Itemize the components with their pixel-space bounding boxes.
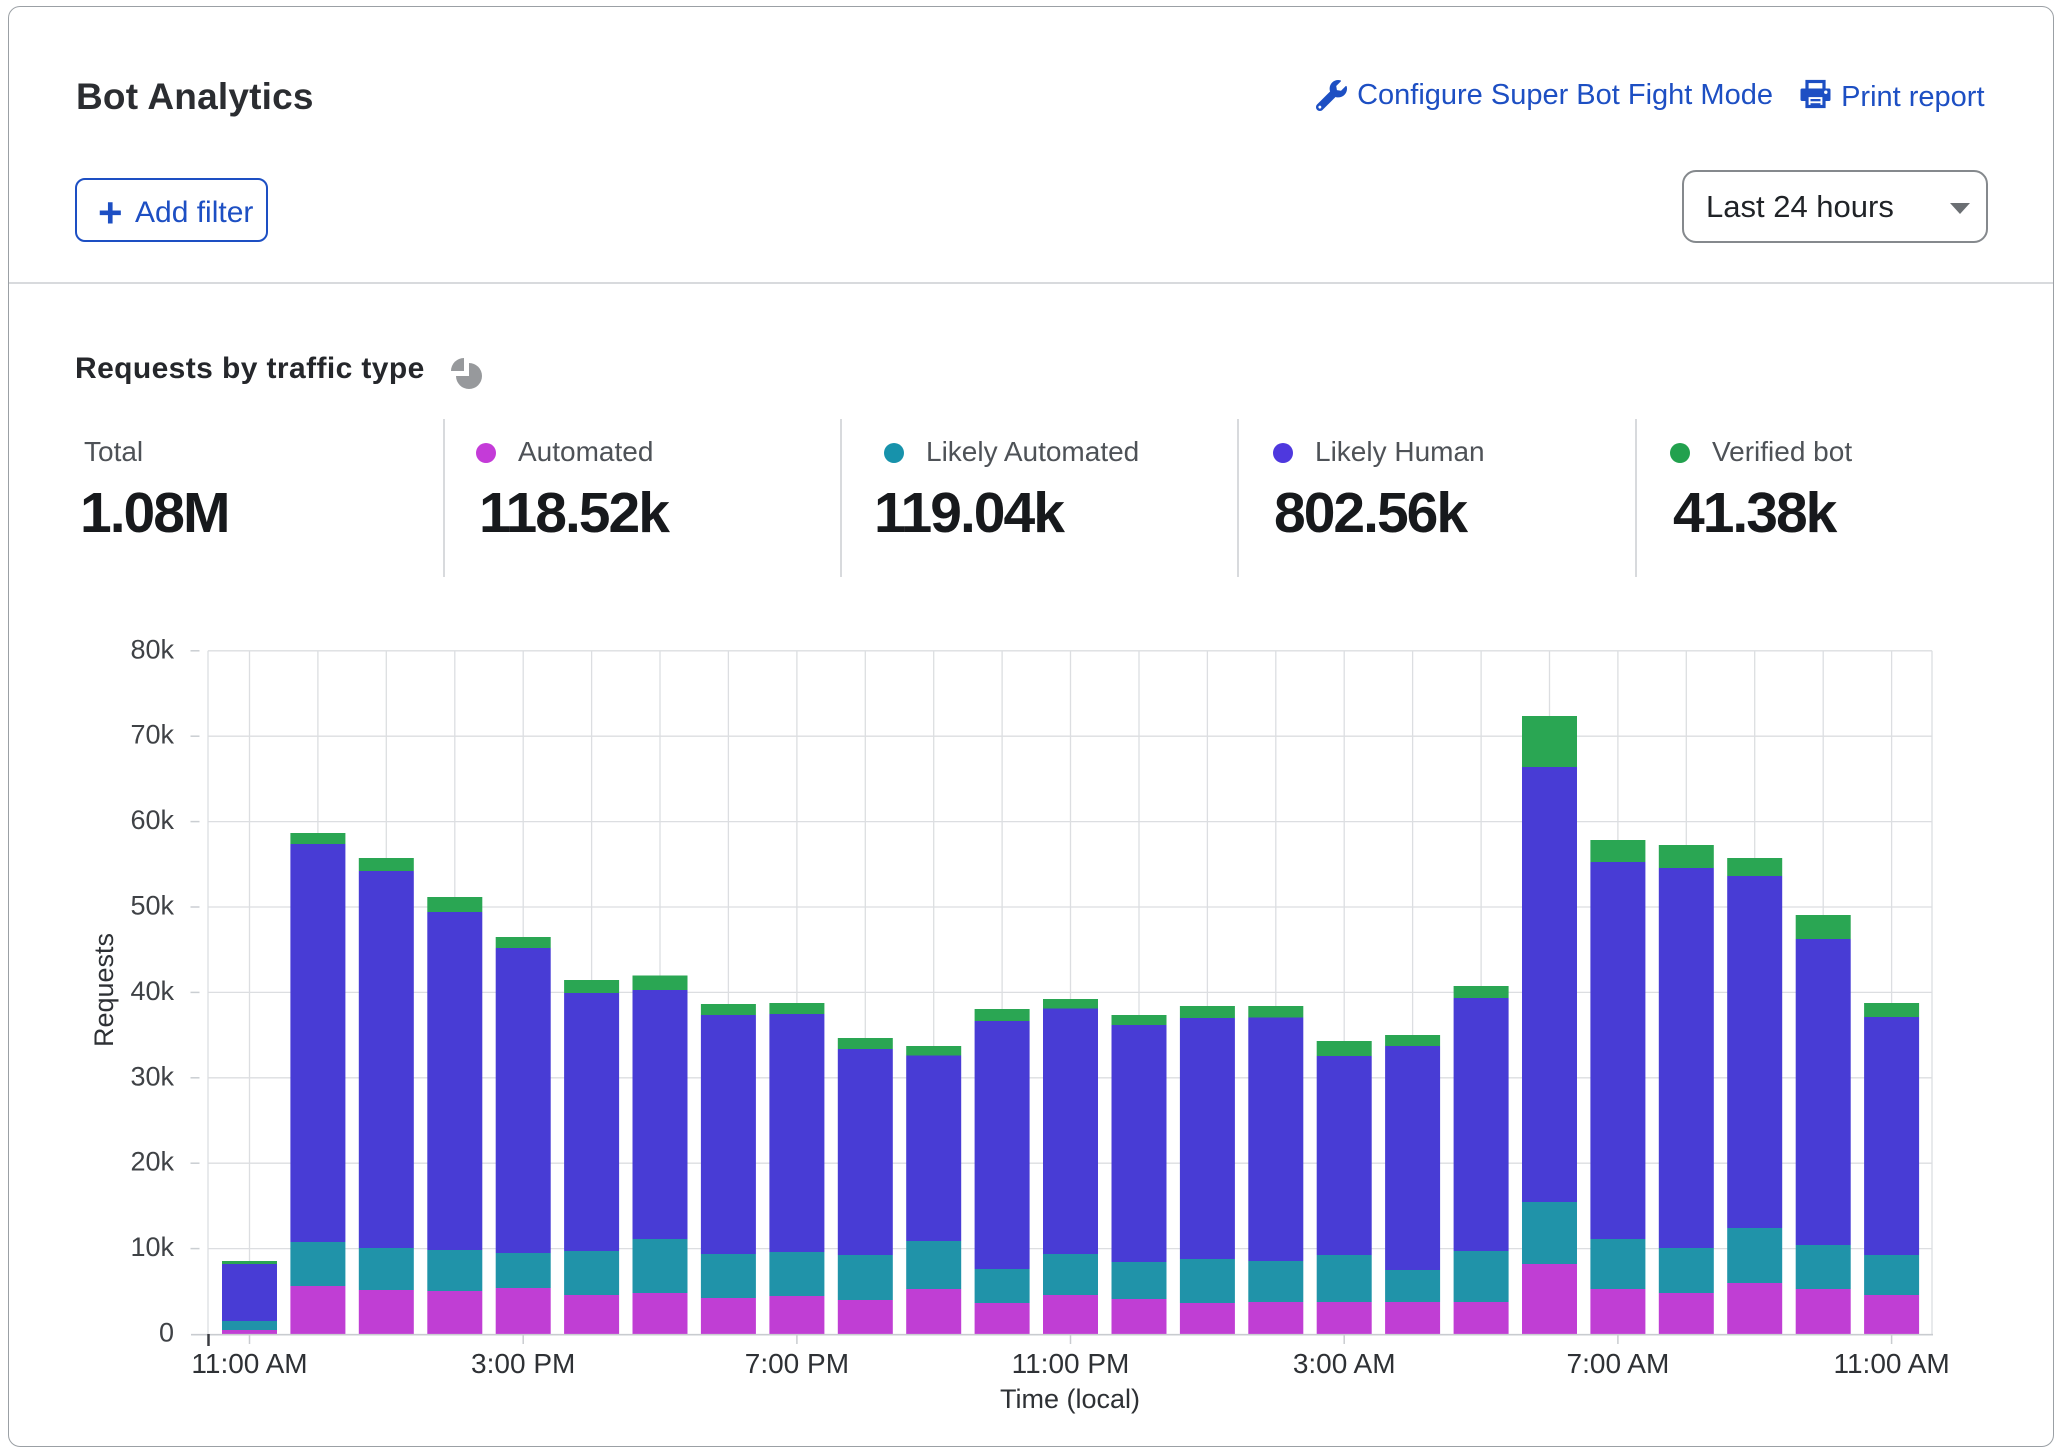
svg-text:0: 0 (159, 1318, 174, 1348)
svg-text:7:00 AM: 7:00 AM (1567, 1348, 1670, 1379)
svg-text:10k: 10k (130, 1232, 174, 1262)
svg-text:3:00 PM: 3:00 PM (471, 1348, 575, 1379)
svg-text:40k: 40k (130, 976, 174, 1006)
svg-text:Time (local): Time (local) (1000, 1384, 1140, 1414)
svg-text:20k: 20k (130, 1147, 174, 1177)
svg-text:80k: 80k (130, 634, 174, 664)
svg-text:11:00 PM: 11:00 PM (1012, 1348, 1130, 1379)
svg-text:70k: 70k (130, 720, 174, 750)
svg-text:11:00 AM: 11:00 AM (1833, 1348, 1949, 1379)
svg-text:Requests: Requests (89, 933, 119, 1047)
svg-text:60k: 60k (130, 805, 174, 835)
svg-text:50k: 50k (130, 891, 174, 921)
svg-text:3:00 AM: 3:00 AM (1293, 1348, 1396, 1379)
svg-text:30k: 30k (130, 1061, 174, 1091)
svg-text:11:00 AM: 11:00 AM (191, 1348, 307, 1379)
svg-text:7:00 PM: 7:00 PM (745, 1348, 849, 1379)
